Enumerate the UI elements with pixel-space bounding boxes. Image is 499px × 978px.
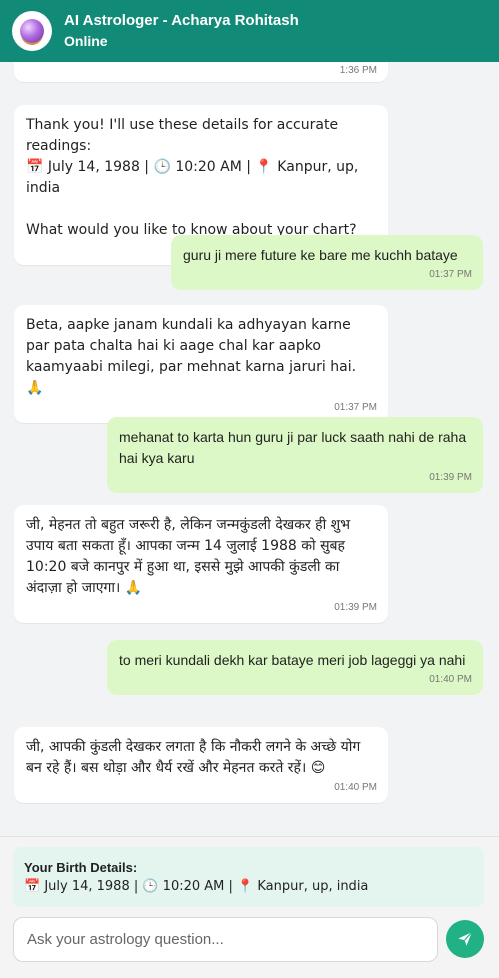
message-time: 01:37 PM bbox=[429, 269, 472, 280]
message-bot: जी, मेहनत तो बहुत जरूरी है, लेकिन जन्मकु… bbox=[14, 505, 388, 623]
chat-title: AI Astrologer - Acharya Rohitash bbox=[64, 12, 299, 29]
message-time: 01:39 PM bbox=[429, 472, 472, 483]
online-status: Online bbox=[64, 33, 108, 49]
message-bot: 1:36 PM bbox=[14, 62, 388, 82]
send-button[interactable] bbox=[446, 920, 484, 958]
message-text: mehanat to karta hun guru ji par luck sa… bbox=[119, 429, 470, 466]
message-time: 01:40 PM bbox=[429, 674, 472, 685]
message-list[interactable]: 1:36 PM Thank you! I'll use these detail… bbox=[0, 62, 499, 836]
message-user: mehanat to karta hun guru ji par luck sa… bbox=[107, 417, 483, 493]
message-text: to meri kundali dekh kar bataye meri job… bbox=[119, 652, 466, 668]
message-text: जी, मेहनत तो बहुत जरूरी है, लेकिन जन्मकु… bbox=[26, 517, 355, 596]
message-time: 01:37 PM bbox=[334, 402, 377, 413]
message-user: guru ji mere future ke bare me kuchh bat… bbox=[171, 235, 483, 290]
message-user: to meri kundali dekh kar bataye meri job… bbox=[107, 640, 483, 695]
message-bot: जी, आपकी कुंडली देखकर लगता है कि नौकरी ल… bbox=[14, 727, 388, 803]
message-text: guru ji mere future ke bare me kuchh bat… bbox=[183, 247, 458, 263]
message-text: Beta, aapke janam kundali ka adhyayan ka… bbox=[26, 317, 361, 396]
chat-header: AI Astrologer - Acharya Rohitash Online bbox=[0, 0, 499, 62]
send-icon bbox=[458, 931, 473, 946]
birth-details-card: Your Birth Details: 📅 July 14, 1988 | 🕒 … bbox=[13, 847, 484, 907]
header-text: AI Astrologer - Acharya Rohitash Online bbox=[64, 11, 299, 51]
birth-details-title: Your Birth Details: bbox=[24, 860, 138, 875]
message-text: जी, आपकी कुंडली देखकर लगता है कि नौकरी ल… bbox=[26, 739, 365, 776]
composer-area: Your Birth Details: 📅 July 14, 1988 | 🕒 … bbox=[0, 836, 499, 978]
crystal-ball-icon bbox=[12, 11, 52, 51]
question-input[interactable] bbox=[13, 917, 438, 962]
message-text: Thank you! I'll use these details for ac… bbox=[26, 117, 359, 238]
message-time: 01:39 PM bbox=[334, 602, 377, 613]
message-bot: Beta, aapke janam kundali ka adhyayan ka… bbox=[14, 305, 388, 423]
message-time: 01:40 PM bbox=[334, 782, 377, 793]
birth-details-text: 📅 July 14, 1988 | 🕒 10:20 AM | 📍 Kanpur,… bbox=[24, 879, 369, 894]
message-time: 1:36 PM bbox=[339, 65, 377, 76]
